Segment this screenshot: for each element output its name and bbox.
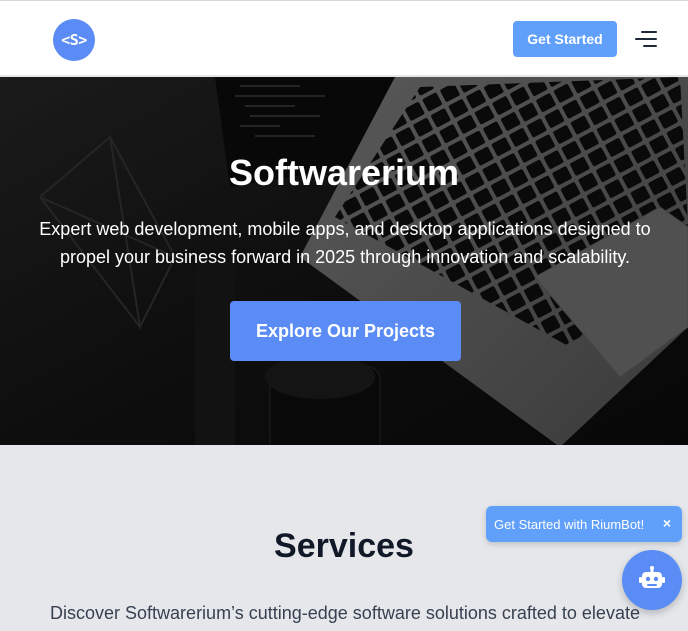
hamburger-menu-icon[interactable] bbox=[633, 29, 657, 49]
close-icon[interactable]: × bbox=[659, 515, 675, 531]
explore-projects-button[interactable]: Explore Our Projects bbox=[230, 301, 461, 361]
hero-title: Softwarerium bbox=[228, 152, 460, 193]
chatbot-prompt[interactable]: Get Started with RiumBot! × bbox=[486, 506, 682, 542]
site-header: <S> Get Started bbox=[0, 0, 688, 76]
chatbot-button[interactable] bbox=[622, 550, 682, 610]
hero-subtitle: Expert web development, mobile apps, and… bbox=[39, 219, 651, 267]
services-description: Discover Softwarerium’s cutting-edge sof… bbox=[50, 603, 640, 623]
get-started-button[interactable]: Get Started bbox=[513, 21, 617, 57]
chatbot-prompt-label[interactable]: Get Started with RiumBot! bbox=[494, 517, 644, 532]
logo[interactable]: <S> bbox=[53, 19, 95, 61]
hero-section: Softwarerium Expert web development, mob… bbox=[0, 77, 688, 445]
robot-icon bbox=[639, 566, 665, 588]
